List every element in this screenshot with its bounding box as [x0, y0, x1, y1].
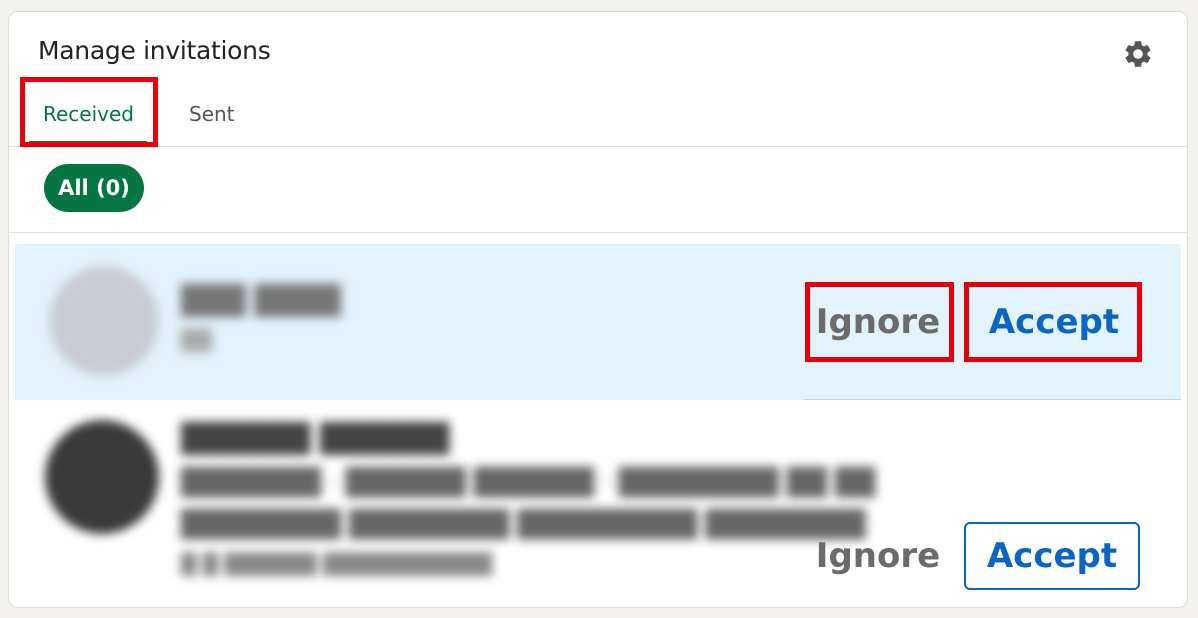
active-tab-indicator — [29, 141, 147, 144]
accept-button[interactable]: Accept — [969, 289, 1139, 355]
invitation-sender-headline: ██ — [181, 328, 212, 352]
tab-received[interactable]: Received — [43, 102, 134, 126]
avatar[interactable] — [45, 420, 159, 534]
avatar[interactable] — [49, 266, 159, 376]
page-title: Manage invitations — [38, 36, 271, 65]
filter-all-pill[interactable]: All (0) — [44, 164, 144, 212]
mutual-connections: █ █ ██████ ███████████ — [181, 552, 493, 576]
ignore-button[interactable]: Ignore — [809, 523, 947, 589]
invitation-sender-name[interactable]: ██████ ██████ — [181, 422, 449, 455]
accept-button[interactable]: Accept — [964, 522, 1140, 590]
invitation-sender-headline: ████████ ████████ █████████ ████████ — [181, 510, 866, 540]
tab-sent[interactable]: Sent — [189, 102, 235, 126]
divider — [9, 232, 1187, 233]
ignore-button[interactable]: Ignore — [809, 289, 947, 355]
divider — [804, 399, 1181, 400]
invitation-sender-name[interactable]: ███ ████ — [181, 284, 341, 317]
invitations-card: Manage invitations Received Sent All (0)… — [8, 11, 1188, 608]
divider — [9, 146, 1187, 147]
invitation-sender-headline: ███████ · ██████ ██████ · ████████ ██ ██ — [181, 468, 876, 498]
gear-icon[interactable] — [1122, 38, 1154, 70]
